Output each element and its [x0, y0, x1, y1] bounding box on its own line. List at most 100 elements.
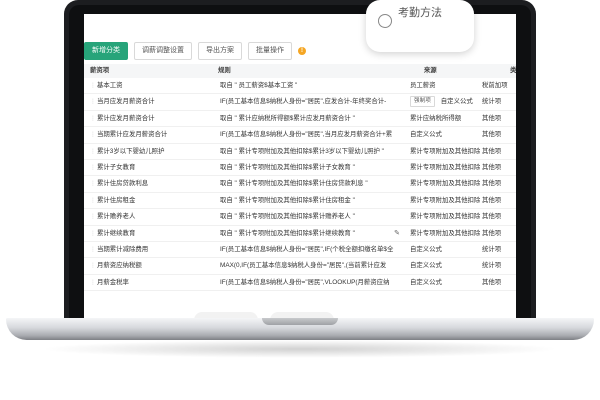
edit-icon[interactable]: ✎: [394, 226, 400, 241]
table-row[interactable]: ⋮⋮累计子女教育 取自 " 累计专项附加及其他扣除$累计子女教育 " 累计专项附加及…: [84, 160, 516, 177]
table-row[interactable]: ⋮⋮当期累计减除费用 IF(员工基本信息$纳税人身份="居民",IF(个税全额扣缴…: [84, 242, 516, 259]
item-source: 自定义公式: [440, 98, 473, 106]
item-source: 累计专项附加及其他扣除: [410, 180, 481, 188]
item-rule: MAX(0,IF(员工基本信息$纳税人身份="居民",(当前累计应发: [220, 262, 387, 270]
item-name: 累计住房贷款利息: [97, 180, 149, 188]
table-row[interactable]: ⋮⋮累计继续教育 取自 " 累计专项附加及其他扣除$累计继续教育 " ✎ 累计专项附加…: [84, 226, 516, 242]
item-source: 员工薪资: [410, 82, 436, 89]
item-rule: 取自 " 累计专项附加及其他扣除$累计继续教育 ": [220, 229, 355, 237]
header-rule: 规则: [218, 67, 231, 74]
table-row[interactable]: ⋮⋮月薪金税率 IF(员工基本信息$纳税人身份="居民",VLOOKUP(月薪资应…: [84, 275, 516, 292]
table-row[interactable]: ⋮⋮基本工资 取自 " 员工薪资$基本工资 " 员工薪资 税前加项: [84, 78, 516, 95]
item-name: 累计住房租金: [97, 196, 136, 204]
item-type: 其他项: [482, 147, 502, 155]
item-type: 其他项: [482, 114, 502, 122]
drag-handle-icon[interactable]: ⋮⋮: [90, 177, 102, 191]
table-row[interactable]: ⋮⋮累计赡养老人 取自 " 累计专项附加及其他扣除$累计赡养老人 " 累计专项附加及…: [84, 209, 516, 226]
item-rule: 取自 " 累计应纳税所得额$累计应发月薪资合计 ": [220, 114, 355, 122]
item-name: 当期累计应发月薪资合计: [97, 131, 168, 139]
item-source: 累计专项附加及其他扣除: [410, 229, 481, 237]
item-name: 当月应发月薪资合计: [97, 98, 155, 106]
export-plan-button[interactable]: 导出方案: [198, 42, 242, 60]
item-type: 其他项: [482, 278, 502, 286]
item-rule: IF(员工基本信息$纳税人身份="居民",VLOOKUP(月薪资应纳: [220, 278, 390, 286]
item-source: 累计专项附加及其他扣除: [410, 147, 481, 155]
floating-card[interactable]: 考勤方法: [366, 0, 474, 52]
item-name: 累计3岁以下婴幼儿照护: [97, 147, 165, 155]
item-source: 累计专项附加及其他扣除: [410, 196, 481, 204]
drag-handle-icon[interactable]: ⋮⋮: [90, 128, 102, 142]
item-type: 其他项: [482, 163, 502, 171]
status-badge: 强制项: [410, 96, 435, 108]
item-name: 累计子女教育: [97, 163, 136, 171]
item-source: 自定义公式: [410, 131, 442, 139]
header-item: 薪资项: [90, 67, 110, 74]
item-rule: 取自 " 累计专项附加及其他扣除$累计住房租金 ": [220, 196, 355, 204]
toolbar: 新增分类 调薪调整设置 导出方案 批量操作 !: [84, 42, 306, 60]
item-source: 累计应纳税所得额: [410, 114, 462, 122]
header-type: 类: [510, 67, 516, 74]
clock-icon: [378, 14, 392, 28]
item-type: 其他项: [482, 180, 502, 188]
bottom-pill-right: [270, 312, 334, 318]
item-name: 月薪金税率: [97, 278, 129, 286]
item-source: 自定义公式: [410, 262, 442, 270]
table-row[interactable]: ⋮⋮累计3岁以下婴幼儿照护 取自 " 累计专项附加及其他扣除$累计3岁以下婴幼儿照…: [84, 144, 516, 160]
item-rule: 取自 " 累计专项附加及其他扣除$累计3岁以下婴幼儿照护 ": [220, 147, 384, 155]
item-source: 累计专项附加及其他扣除: [410, 213, 481, 221]
item-name: 累计继续教育: [97, 229, 136, 237]
add-category-button[interactable]: 新增分类: [84, 42, 128, 60]
item-name: 累计应发月薪资合计: [97, 114, 155, 122]
drag-handle-icon[interactable]: ⋮⋮: [90, 95, 102, 109]
laptop-shadow: [40, 340, 560, 358]
drag-handle-icon[interactable]: ⋮⋮: [90, 145, 102, 159]
item-rule: IF(员工基本信息$纳税人身份="居民",应发合计-年终奖合计-: [220, 98, 387, 106]
item-rule: 取自 " 累计专项附加及其他扣除$累计住房贷款利息 ": [220, 180, 368, 188]
warning-icon[interactable]: !: [298, 47, 306, 55]
table-row[interactable]: ⋮⋮当月应发月薪资合计 IF(员工基本信息$纳税人身份="居民",应发合计-年终奖…: [84, 94, 516, 111]
item-type: 税前加项: [482, 82, 508, 89]
laptop-notch: [262, 318, 338, 325]
table-row[interactable]: ⋮⋮累计应发月薪资合计 取自 " 累计应纳税所得额$累计应发月薪资合计 " 累计应纳…: [84, 111, 516, 128]
table-row[interactable]: ⋮⋮累计住房贷款利息 取自 " 累计专项附加及其他扣除$累计住房贷款利息 " 累计专…: [84, 176, 516, 193]
item-source: 自定义公式: [410, 245, 442, 253]
table-body: ⋮⋮基本工资 取自 " 员工薪资$基本工资 " 员工薪资 税前加项 ⋮⋮当月应发月薪资合…: [84, 78, 516, 292]
item-type: 其他项: [482, 196, 502, 204]
item-rule: IF(员工基本信息$纳税人身份="居民",当月应发月薪资合计+累: [220, 131, 393, 139]
item-rule: 取自 " 员工薪资$基本工资 ": [220, 82, 298, 89]
header-source: 来源: [423, 67, 437, 74]
item-type: 统计项: [482, 98, 502, 106]
item-name: 累计赡养老人: [97, 213, 136, 221]
table-row[interactable]: ⋮⋮累计住房租金 取自 " 累计专项附加及其他扣除$累计住房租金 " 累计专项附加及…: [84, 193, 516, 210]
table-row[interactable]: ⋮⋮当期累计应发月薪资合计 IF(员工基本信息$纳税人身份="居民",当月应发月薪…: [84, 127, 516, 144]
item-type: 其他项: [482, 131, 502, 139]
item-rule: 取自 " 累计专项附加及其他扣除$累计赡养老人 ": [220, 213, 355, 221]
salary-items-table: 薪资项 规则 来源 类 ⋮⋮基本工资 取自 " 员工薪资$基本工资 " 员工薪资 税前…: [84, 64, 516, 292]
item-source: 累计专项附加及其他扣除: [410, 163, 481, 171]
item-type: 统计项: [482, 262, 502, 270]
drag-handle-icon[interactable]: ⋮⋮: [90, 227, 102, 241]
app-screen: 新增分类 调薪调整设置 导出方案 批量操作 ! 薪资项 规则 来源 类 ⋮⋮基本…: [84, 14, 516, 318]
drag-handle-icon[interactable]: ⋮⋮: [90, 112, 102, 126]
table-row[interactable]: ⋮⋮月薪资应纳税额 MAX(0,IF(员工基本信息$纳税人身份="居民",(当前累…: [84, 258, 516, 275]
item-type: 其他项: [482, 229, 502, 237]
item-type: 其他项: [482, 213, 502, 221]
floating-card-text: 考勤方法: [398, 7, 442, 19]
item-type: 统计项: [482, 245, 502, 253]
drag-handle-icon[interactable]: ⋮⋮: [90, 194, 102, 208]
item-rule: IF(员工基本信息$纳税人身份="居民",IF(个税全额扣缴名单$全: [220, 245, 394, 253]
drag-handle-icon[interactable]: ⋮⋮: [90, 276, 102, 290]
item-rule: 取自 " 累计专项附加及其他扣除$累计子女教育 ": [220, 163, 355, 171]
drag-handle-icon[interactable]: ⋮⋮: [90, 243, 102, 257]
item-name: 基本工资: [97, 82, 123, 89]
drag-handle-icon[interactable]: ⋮⋮: [90, 161, 102, 175]
table-header: 薪资项 规则 来源 类: [84, 64, 516, 78]
bottom-pill-left: [194, 312, 258, 318]
drag-handle-icon[interactable]: ⋮⋮: [90, 210, 102, 224]
item-source: 自定义公式: [410, 278, 442, 286]
batch-operations-button[interactable]: 批量操作: [248, 42, 292, 60]
item-name: 当期累计减除费用: [97, 245, 149, 253]
adjust-settings-button[interactable]: 调薪调整设置: [134, 42, 192, 60]
drag-handle-icon[interactable]: ⋮⋮: [90, 79, 102, 93]
drag-handle-icon[interactable]: ⋮⋮: [90, 259, 102, 273]
